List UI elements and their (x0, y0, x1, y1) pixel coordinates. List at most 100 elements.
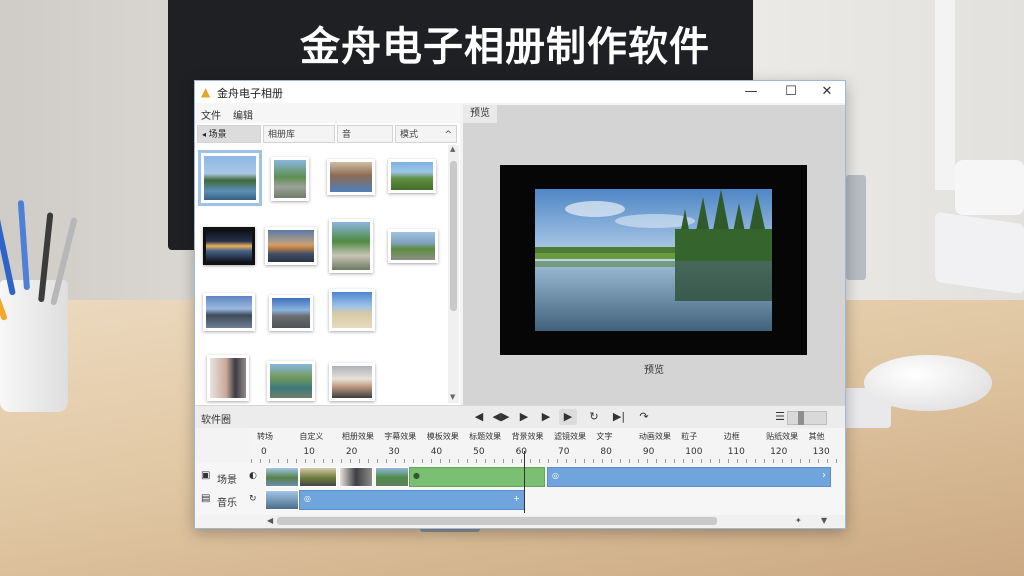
scroll-down-icon[interactable]: ▼ (450, 393, 455, 401)
effect-category-label[interactable]: 模板效果 (427, 431, 459, 442)
tab-mode-label: 模式 (400, 130, 419, 140)
menu-edit[interactable]: 编辑 (233, 107, 253, 122)
scroll-up-icon[interactable]: ▲ (450, 145, 455, 153)
zoom-icon[interactable]: ✦ (795, 515, 802, 527)
tab-mode[interactable]: 模式 ^ (395, 125, 457, 143)
close-button[interactable]: ✕ (809, 83, 845, 101)
photo-thumbnail[interactable] (329, 289, 375, 331)
ruler-tick-label: 50 (473, 447, 485, 457)
track-header-scenes: ▣ 场景 ◐ (195, 467, 265, 491)
clip-marker-icon: ◎ (552, 471, 559, 480)
pen-cup (0, 280, 68, 412)
timeline-ruler: 转场 自定义 相册效果 字幕效果 模板效果 标题效果 背景效果 滤镜效果 文字 动画效果 粒子 边框 贴… (251, 429, 845, 463)
photo-thumbnail[interactable] (329, 363, 375, 401)
clip-end-icon: + (513, 494, 520, 503)
tab-scenes[interactable]: ◂ 场景 (197, 125, 261, 143)
library-scrollbar[interactable]: ▲ ▼ (448, 145, 459, 403)
effect-category-label[interactable]: 动画效果 (639, 431, 671, 442)
loop-icon[interactable]: ↻ (585, 409, 603, 425)
timeline-tracks: ▣ 场景 ◐ ▤ 音乐 ↻ ● ◎ › ◎ + (195, 463, 845, 515)
preview-caption: 预览 (644, 365, 664, 376)
volume-slider[interactable] (787, 411, 827, 425)
ruler-tick-label: 10 (303, 447, 315, 457)
effect-category-label[interactable]: 滤镜效果 (554, 431, 586, 442)
photo-thumbnail[interactable] (269, 295, 313, 331)
pen-cup-right (846, 175, 866, 280)
photo-thumbnail[interactable] (388, 229, 438, 263)
photo-thumbnail[interactable] (267, 361, 315, 401)
effect-category-label[interactable]: 贴纸效果 (766, 431, 798, 442)
effect-category-label[interactable]: 字幕效果 (384, 431, 416, 442)
computer-mouse (864, 355, 992, 411)
redo-icon[interactable]: ↷ (635, 409, 653, 425)
music-clip[interactable]: ◎ + (299, 490, 525, 510)
timeline-scrollbar[interactable]: ◀ ✦ ▼ (265, 515, 845, 527)
effect-category-label[interactable]: 边框 (724, 431, 740, 442)
previous-icon[interactable]: ◀ (470, 409, 488, 425)
photo-thumbnail[interactable] (207, 355, 249, 401)
effect-category-label[interactable]: 文字 (596, 431, 612, 442)
tab-music[interactable]: 音 (337, 125, 393, 143)
clip-marker-icon: ◎ (304, 494, 311, 503)
volume-slider-knob[interactable] (798, 411, 804, 425)
effect-category-label[interactable]: 自定义 (299, 431, 323, 442)
photo-thumbnail[interactable] (203, 293, 255, 331)
music-track-icon: ▤ (201, 493, 211, 504)
library-scrollbar-thumb[interactable] (450, 161, 457, 311)
ruler-tick-label: 100 (685, 447, 703, 457)
photo-thumbnail[interactable] (327, 159, 375, 195)
ruler-tick-label: 40 (430, 447, 443, 457)
track-toggle-icon[interactable]: ◐ (249, 471, 257, 481)
scene-clip[interactable] (299, 467, 337, 487)
photo-thumbnail[interactable] (265, 227, 317, 265)
end-icon[interactable]: ▶| (610, 409, 628, 425)
playback-toolbar: 软件圈 ◀ ◀▶ ▶ ▶ ▶ ↻ ▶| ↷ ☰ (195, 405, 845, 428)
effect-category-label[interactable]: 标题效果 (469, 431, 501, 442)
thumbnail-grid (195, 145, 448, 403)
photo-thumbnail[interactable] (198, 150, 262, 206)
scroll-left-icon[interactable]: ◀ (267, 515, 273, 527)
scroll-right-icon[interactable]: ▼ (821, 515, 827, 527)
play-icon[interactable]: ▶ (515, 409, 533, 425)
timeline-scrollbar-thumb[interactable] (277, 517, 717, 525)
ruler-tick-label: 60 (515, 447, 528, 457)
timeline-playhead[interactable] (524, 451, 525, 513)
scene-clip[interactable] (339, 467, 373, 487)
ruler-tick-label: 130 (812, 447, 830, 457)
keyboard (935, 211, 1024, 295)
ruler-tick-label: 110 (727, 447, 745, 457)
app-window: ▲ 金舟电子相册 — ☐ ✕ 文件 编辑 ◂ 场景 相册库 音 模式 ^ ▲ ▼… (194, 80, 846, 529)
title-bar[interactable]: ▲ 金舟电子相册 — ☐ ✕ (195, 81, 845, 103)
ruler-tick-label: 0 (261, 447, 267, 457)
play-button[interactable]: ▶ (559, 409, 577, 425)
lamp-base (955, 160, 1024, 215)
scene-clip[interactable] (375, 467, 409, 487)
minimize-button[interactable]: — (733, 83, 769, 101)
track-name-music: 音乐 (217, 498, 237, 509)
photo-thumbnail[interactable] (203, 227, 255, 265)
menu-file[interactable]: 文件 (201, 107, 221, 122)
effect-category-label[interactable]: 相册效果 (342, 431, 374, 442)
effect-category-label[interactable]: 背景效果 (512, 431, 544, 442)
timeline-label: 软件圈 (201, 415, 231, 426)
track-toggle-icon[interactable]: ↻ (249, 494, 257, 504)
lamp (935, 0, 955, 190)
music-clip-thumb[interactable] (265, 490, 299, 510)
tab-album-library[interactable]: 相册库 (263, 125, 335, 143)
photo-thumbnail[interactable] (271, 157, 309, 201)
preview-panel: 预览 预览 (463, 105, 845, 405)
effect-category-label[interactable]: 其他 (809, 431, 825, 442)
ruler-tick-label: 80 (600, 447, 612, 457)
photo-thumbnail[interactable] (388, 159, 436, 193)
menu-bar: 文件 编辑 (195, 103, 460, 123)
step-icon[interactable]: ◀▶ (492, 409, 510, 425)
photo-thumbnail[interactable] (329, 219, 373, 273)
next-icon[interactable]: ▶ (537, 409, 555, 425)
scene-track-icon: ▣ (201, 470, 211, 481)
maximize-button[interactable]: ☐ (773, 83, 809, 101)
effect-category-label[interactable]: 粒子 (681, 431, 697, 442)
blue-scene-clip[interactable]: ◎ › (547, 467, 831, 487)
tab-preview[interactable]: 预览 (463, 105, 497, 123)
effect-category-label[interactable]: 转场 (257, 431, 273, 442)
scene-clip[interactable] (265, 467, 299, 487)
